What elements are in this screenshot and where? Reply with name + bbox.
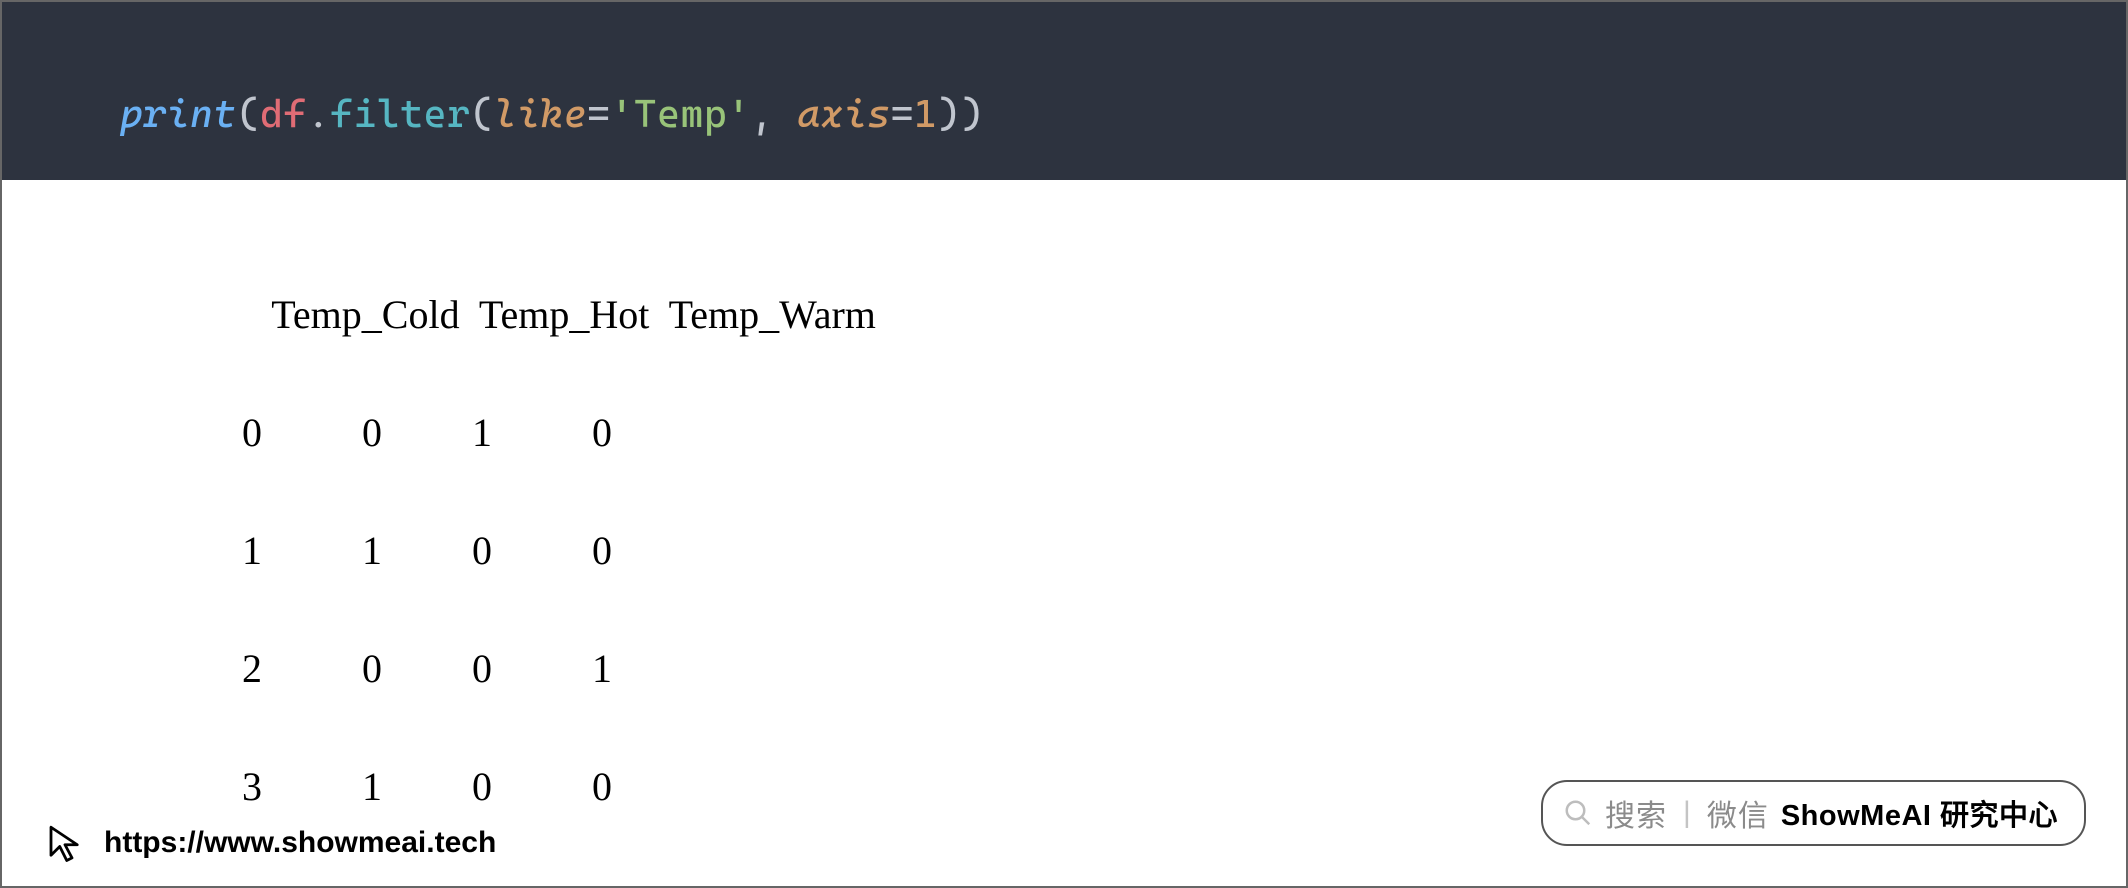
footer: https://www.showmeai.tech <box>44 822 496 864</box>
cursor-icon <box>44 822 86 864</box>
code-token-dot: . <box>307 92 330 137</box>
pill-divider: | <box>1683 796 1691 830</box>
code-token-like-kw: like <box>494 92 587 137</box>
code-token-eq1: = <box>587 92 610 137</box>
code-token-filter: filter <box>330 92 470 137</box>
pill-text-search: 搜索 <box>1605 791 1667 835</box>
document-frame: print(df.filter(like='Temp', axis=1)) Te… <box>0 0 2128 888</box>
search-icon <box>1563 798 1593 828</box>
output-row: 2 0 0 1 <box>242 650 2126 688</box>
code-token-like-val: 'Temp' <box>610 92 750 137</box>
code-token-lparen1: ( <box>237 92 260 137</box>
code-token-comma: , <box>751 92 798 137</box>
code-token-df: df <box>260 92 307 137</box>
code-token-rparen2: ) <box>937 92 960 137</box>
output-row: 0 0 1 0 <box>242 414 2126 452</box>
output-header: Temp_Cold Temp_Hot Temp_Warm <box>242 296 2126 334</box>
search-pill: 搜索 | 微信 ShowMeAI 研究中心 <box>1541 780 2086 846</box>
code-token-eq2: = <box>891 92 914 137</box>
code-token-axis-val: 1 <box>914 92 937 137</box>
code-token-lparen2: ( <box>470 92 493 137</box>
footer-url: https://www.showmeai.tech <box>104 826 496 860</box>
code-token-rparen1: ) <box>961 92 984 137</box>
pill-text-wechat: 微信 <box>1707 791 1769 835</box>
code-token-print: print <box>120 92 237 137</box>
code-token-axis-kw: axis <box>797 92 890 137</box>
pill-text-brand: ShowMeAI 研究中心 <box>1781 792 2058 834</box>
output-row: 1 1 0 0 <box>242 532 2126 570</box>
code-panel: print(df.filter(like='Temp', axis=1)) <box>2 2 2126 180</box>
